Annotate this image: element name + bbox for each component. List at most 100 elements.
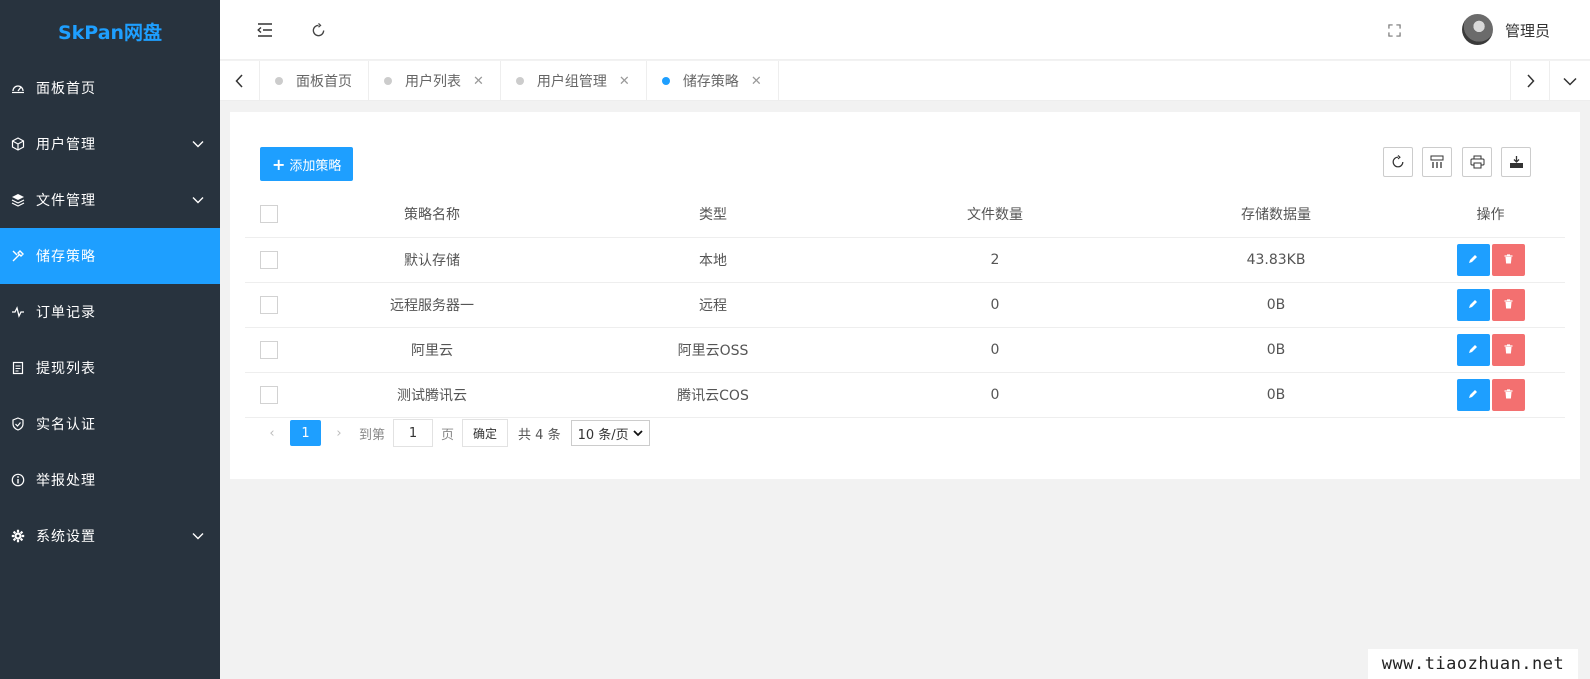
edit-button[interactable] [1456,333,1490,366]
select-all-checkbox[interactable] [259,205,278,224]
avatar[interactable] [1462,14,1493,45]
goto-confirm-button[interactable]: 确定 [462,419,509,447]
delete-button[interactable] [1491,333,1525,366]
cell-actions [1416,372,1565,418]
trash-icon [1504,387,1513,403]
sidebar-item-label: 实名认证 [36,417,96,433]
tab-label: 用户列表 [405,74,461,90]
cell-type: 阿里云OSS [572,327,854,373]
columns-filter-button[interactable] [1422,147,1452,177]
fullscreen-icon[interactable] [1382,18,1406,42]
delete-button[interactable] [1491,288,1525,321]
cell-type: 本地 [572,237,854,283]
cell-count: 0 [854,372,1136,418]
tools-icon [11,249,25,263]
print-button[interactable] [1462,147,1492,177]
row-checkbox[interactable] [259,385,278,404]
sidebar-item-label: 提现列表 [36,361,96,377]
table-refresh-button[interactable] [1383,147,1413,177]
cell-size: 0B [1136,282,1416,328]
close-icon[interactable]: ✕ [619,74,630,89]
watermark: www.tiaozhuan.net [1368,649,1578,679]
row-select-cell [245,372,292,418]
sidebar-item-label: 订单记录 [36,305,96,321]
export-button[interactable] [1501,147,1531,177]
next-page-icon[interactable]: › [327,426,351,441]
sidebar-item-1[interactable]: 用户管理 [0,116,220,172]
cell-count: 2 [854,237,1136,283]
content-card: + 添加策略 策略名称 类型 文件数量 存储数据量 操作 默认存储 本地 2 43.8… [230,112,1580,479]
username[interactable]: 管理员 [1505,20,1550,41]
app-logo: SkPan网盘 [0,0,220,60]
tab-label: 面板首页 [296,74,352,90]
pencil-icon [1468,297,1478,313]
prev-page-icon[interactable]: ‹ [260,426,284,441]
trash-icon [1504,252,1513,268]
tab-dot-icon [515,77,524,85]
chevron-down-icon[interactable] [192,136,204,152]
sidebar-item-2[interactable]: 文件管理 [0,172,220,228]
sidebar-item-8[interactable]: 系统设置 [0,508,220,564]
gear-icon [11,529,25,543]
export-icon [1509,156,1523,168]
sidebar-item-3[interactable]: 储存策略 [0,228,220,284]
col-header-type: 类型 [572,192,854,238]
menu-toggle-icon[interactable] [253,18,277,42]
pencil-icon [1468,252,1478,268]
cell-actions [1416,282,1565,328]
refresh-icon[interactable] [306,18,330,42]
delete-button[interactable] [1491,243,1525,276]
cell-size: 0B [1136,327,1416,373]
page-number-current[interactable]: 1 [290,420,321,446]
delete-button[interactable] [1491,378,1525,411]
cell-size: 0B [1136,372,1416,418]
row-checkbox[interactable] [259,340,278,359]
chevron-down-icon [633,429,643,436]
refresh-icon [1392,155,1404,168]
total-count: 共 4 条 [518,427,561,443]
chevron-down-icon[interactable] [192,192,204,208]
chevron-down-icon[interactable] [192,528,204,544]
tab-0[interactable]: 面板首页 [260,61,369,101]
table-row: 默认存储 本地 2 43.83KB [245,237,1565,283]
tab-dot-icon [661,77,670,85]
info-icon [11,473,25,487]
tab-3[interactable]: 储存策略 ✕ [647,61,779,101]
tab-1[interactable]: 用户列表 ✕ [369,61,501,101]
cube-icon [11,137,25,151]
goto-page-input[interactable] [393,419,434,447]
close-icon[interactable]: ✕ [473,74,484,89]
tabs-dropdown-icon[interactable] [1550,61,1590,101]
row-checkbox[interactable] [259,295,278,314]
goto-prefix: 到第 [359,427,386,443]
sidebar-item-7[interactable]: 举报处理 [0,452,220,508]
edit-button[interactable] [1456,378,1490,411]
goto-suffix: 页 [441,427,455,443]
table-header-row: 策略名称 类型 文件数量 存储数据量 操作 [245,192,1565,238]
add-policy-button[interactable]: + 添加策略 [260,147,354,181]
edit-button[interactable] [1456,243,1490,276]
sidebar-item-label: 文件管理 [36,193,96,209]
tab-dot-icon [275,77,283,85]
sidebar-item-label: 面板首页 [36,81,96,97]
cell-name: 远程服务器一 [292,282,572,328]
tabs-next-icon[interactable] [1510,61,1550,101]
row-checkbox[interactable] [259,250,278,269]
edit-button[interactable] [1456,288,1490,321]
table-row: 远程服务器一 远程 0 0B [245,282,1565,328]
sidebar-item-5[interactable]: 提现列表 [0,340,220,396]
top-header: 管理员 [220,0,1590,60]
tabs-prev-icon[interactable] [220,61,260,101]
trash-icon [1504,342,1513,358]
col-header-size: 存储数据量 [1136,192,1416,238]
sidebar-item-0[interactable]: 面板首页 [0,60,220,116]
tab-2[interactable]: 用户组管理 ✕ [501,61,647,101]
sidebar-item-4[interactable]: 订单记录 [0,284,220,340]
page-size-select[interactable]: 10 条/页 [570,420,650,446]
cell-name: 阿里云 [292,327,572,373]
cell-name: 默认存储 [292,237,572,283]
sidebar-item-label: 举报处理 [36,473,96,489]
close-icon[interactable]: ✕ [751,74,762,89]
sidebar-item-6[interactable]: 实名认证 [0,396,220,452]
sidebar-item-label: 用户管理 [36,137,96,153]
